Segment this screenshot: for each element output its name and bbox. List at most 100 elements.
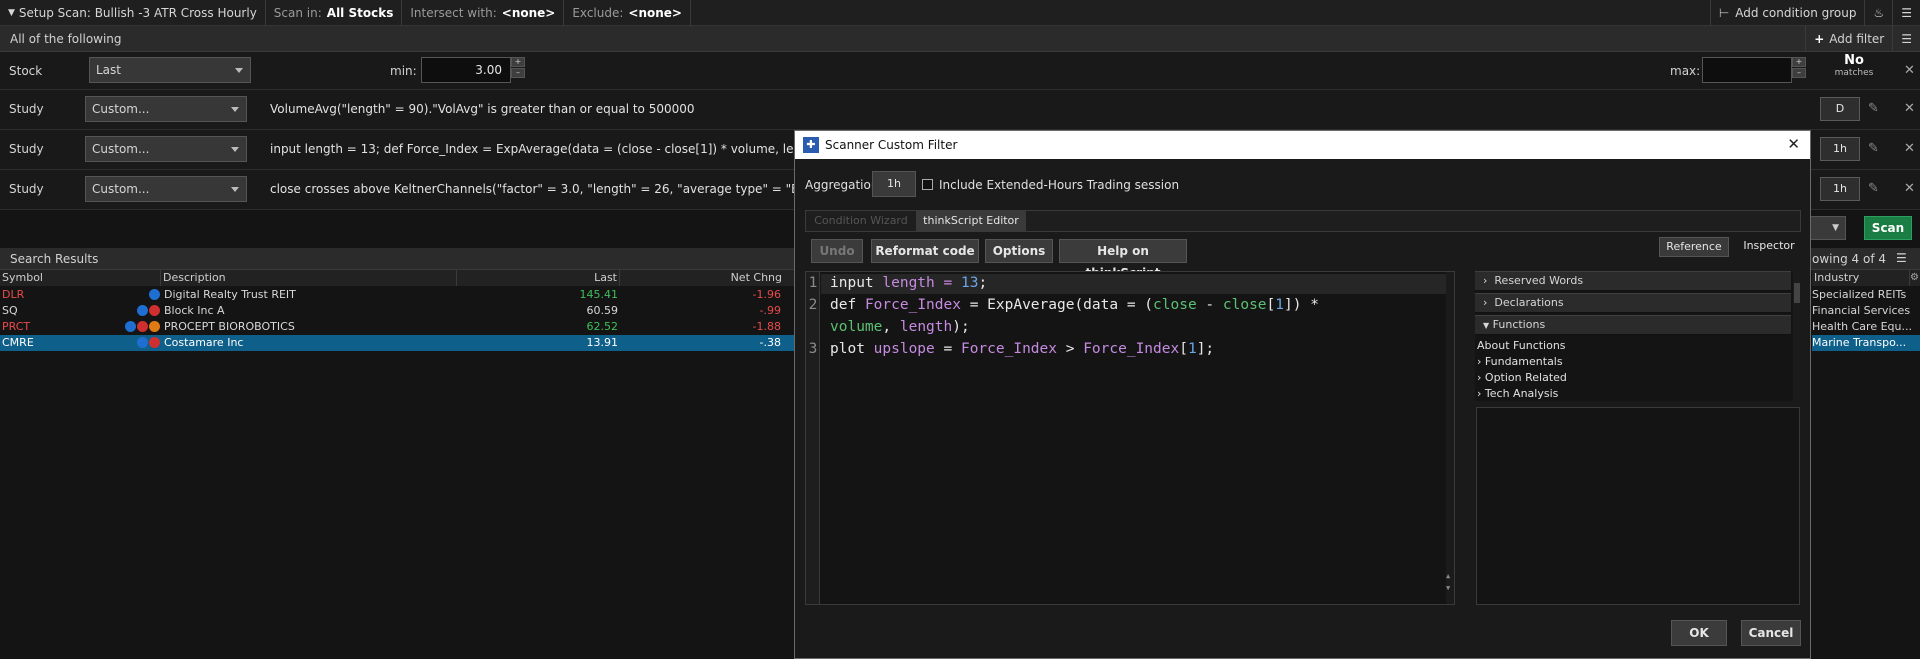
thinkscript-code-editor[interactable]: 1 2 3 input length = 13; def Force_Index… bbox=[805, 271, 1455, 605]
declarations-item[interactable]: › Declarations bbox=[1475, 293, 1791, 313]
row-symbol: PRCT bbox=[2, 320, 31, 333]
panel-item-label: Functions bbox=[1492, 318, 1546, 331]
row-industry[interactable]: Specialized REITs bbox=[1812, 287, 1920, 303]
study-condition-text: VolumeAvg("length" = 90)."VolAvg" is gre… bbox=[270, 102, 695, 116]
scan-button[interactable]: Scan bbox=[1864, 216, 1912, 240]
col-header-symbol[interactable]: Symbol bbox=[0, 270, 161, 286]
row-badges bbox=[136, 303, 160, 319]
panel-item-label: Declarations bbox=[1494, 296, 1564, 309]
remove-filter-icon[interactable]: ✕ bbox=[1904, 64, 1916, 78]
row-industry[interactable]: Marine Transpo... bbox=[1812, 335, 1920, 351]
scan-top-bar: ▼ Setup Scan: Bullish -3 ATR Cross Hourl… bbox=[0, 0, 1920, 26]
col-header-description[interactable]: Description bbox=[161, 270, 457, 286]
tab-condition-wizard[interactable]: Condition Wizard bbox=[806, 211, 916, 231]
filter-type-label: Study bbox=[9, 182, 44, 196]
aggregation-button[interactable]: 1h bbox=[1820, 137, 1860, 161]
aggregation-dropdown[interactable]: 1h bbox=[872, 171, 916, 197]
scrollbar-thumb[interactable] bbox=[1794, 283, 1800, 303]
min-input[interactable]: 3.00 bbox=[421, 57, 511, 83]
table-row[interactable]: PRCT PROCEPT BIOROBOTICS 62.52 -1.88 bbox=[0, 319, 795, 335]
chevron-down-icon bbox=[235, 68, 243, 73]
max-label: max: bbox=[1670, 64, 1701, 78]
max-increment-button[interactable]: + bbox=[1792, 57, 1806, 67]
undo-button[interactable]: Undo bbox=[811, 239, 863, 263]
ok-button[interactable]: OK bbox=[1671, 620, 1727, 646]
function-fundamentals[interactable]: › Fundamentals bbox=[1477, 355, 1563, 368]
scan-in-label: Scan in: bbox=[273, 5, 322, 20]
panel-item-label: Reserved Words bbox=[1494, 274, 1584, 287]
aggregation-label: Aggregation: bbox=[805, 178, 883, 192]
panel-scrollbar[interactable] bbox=[1793, 271, 1801, 401]
col-header-net-change[interactable]: Net Chng bbox=[620, 270, 795, 286]
filter-menu-button[interactable]: ☰ bbox=[1892, 25, 1920, 52]
help-thinkscript-button[interactable]: Help on thinkScript bbox=[1059, 239, 1187, 280]
max-decrement-button[interactable]: – bbox=[1792, 68, 1806, 78]
aggregation-button[interactable]: 1h bbox=[1820, 177, 1860, 201]
table-row[interactable]: SQ Block Inc A 60.59 -.99 bbox=[0, 303, 795, 319]
blue-badge-icon bbox=[137, 337, 148, 348]
row-industry[interactable]: Health Care Equ... bbox=[1812, 319, 1920, 335]
scroll-up-icon[interactable]: ▲ bbox=[1446, 572, 1450, 580]
tab-thinkscript-editor[interactable]: thinkScript Editor bbox=[916, 211, 1026, 231]
col-header-industry[interactable]: Industry bbox=[1812, 270, 1910, 286]
orange-badge-icon bbox=[149, 321, 160, 332]
hot-icon-button[interactable]: ♨ bbox=[1865, 0, 1894, 26]
close-icon[interactable]: ✕ bbox=[1787, 135, 1800, 153]
pencil-icon[interactable]: ✎ bbox=[1868, 182, 1882, 196]
row-industry[interactable]: Financial Services bbox=[1812, 303, 1920, 319]
table-row[interactable]: CMRE Costamare Inc 13.91 -.38 bbox=[0, 335, 795, 351]
study-dropdown[interactable]: Custom... bbox=[85, 136, 247, 162]
table-row[interactable]: DLR Digital Realty Trust REIT 145.41 -1.96 bbox=[0, 287, 795, 303]
remove-filter-icon[interactable]: ✕ bbox=[1904, 142, 1916, 156]
max-input[interactable] bbox=[1702, 57, 1792, 83]
tab-inspector[interactable]: Inspector bbox=[1739, 237, 1799, 257]
aggregation-button[interactable]: D bbox=[1820, 97, 1860, 121]
scroll-down-icon[interactable]: ▼ bbox=[1446, 584, 1450, 592]
line-number-gutter bbox=[806, 272, 820, 604]
editor-scrollbar[interactable]: ▲ ▼ bbox=[1446, 272, 1454, 604]
study-dropdown[interactable]: Custom... bbox=[85, 96, 247, 122]
reformat-code-button[interactable]: Reformat code bbox=[871, 239, 979, 263]
pencil-icon[interactable]: ✎ bbox=[1868, 142, 1882, 156]
min-decrement-button[interactable]: – bbox=[511, 68, 525, 78]
intersect-label: Intersect with: bbox=[410, 5, 497, 20]
intersect-value: <none> bbox=[501, 5, 556, 20]
function-about[interactable]: About Functions bbox=[1477, 339, 1566, 352]
scanner-custom-filter-dialog: ✚ Scanner Custom Filter ✕ Aggregation: 1… bbox=[794, 130, 1811, 659]
chevron-right-icon: › bbox=[1477, 355, 1482, 368]
scan-in-selector[interactable]: Scan in: All Stocks bbox=[266, 0, 403, 26]
col-header-last[interactable]: Last bbox=[457, 270, 620, 286]
red-badge-icon bbox=[149, 305, 160, 316]
function-tech-analysis[interactable]: › Tech Analysis bbox=[1477, 387, 1558, 400]
row-net-change: -.38 bbox=[759, 336, 781, 349]
pencil-icon[interactable]: ✎ bbox=[1868, 102, 1882, 116]
menu-icon[interactable]: ☰ bbox=[1896, 251, 1907, 265]
menu-button[interactable]: ☰ bbox=[1893, 0, 1920, 26]
reserved-words-item[interactable]: › Reserved Words bbox=[1475, 271, 1791, 291]
menu-icon: ☰ bbox=[1901, 5, 1912, 20]
study-dropdown[interactable]: Custom... bbox=[85, 176, 247, 202]
min-label: min: bbox=[390, 64, 417, 78]
row-description: Block Inc A bbox=[164, 304, 225, 317]
intersect-selector[interactable]: Intersect with: <none> bbox=[402, 0, 565, 26]
exclude-selector[interactable]: Exclude: <none> bbox=[564, 0, 691, 26]
add-condition-group-button[interactable]: ⊢ Add condition group bbox=[1709, 0, 1866, 26]
extended-hours-checkbox[interactable] bbox=[922, 179, 933, 190]
stock-field-dropdown[interactable]: Last bbox=[89, 57, 251, 83]
chevron-down-icon: ▼ bbox=[1832, 223, 1839, 233]
filter-row-study-volume: Study Custom... VolumeAvg("length" = 90)… bbox=[0, 90, 1920, 130]
cancel-button[interactable]: Cancel bbox=[1741, 620, 1801, 646]
function-option-related[interactable]: › Option Related bbox=[1477, 371, 1567, 384]
dialog-title-bar: ✚ Scanner Custom Filter ✕ bbox=[795, 131, 1810, 159]
remove-filter-icon[interactable]: ✕ bbox=[1904, 182, 1916, 196]
options-button[interactable]: Options bbox=[985, 239, 1053, 263]
row-badges bbox=[148, 287, 160, 303]
setup-scan-dropdown[interactable]: ▼ Setup Scan: Bullish -3 ATR Cross Hourl… bbox=[0, 0, 266, 26]
gear-icon[interactable]: ⚙ bbox=[1910, 270, 1920, 286]
row-last: 60.59 bbox=[586, 304, 619, 317]
add-filter-button[interactable]: + Add filter bbox=[1805, 25, 1892, 52]
tab-reference[interactable]: Reference bbox=[1659, 237, 1729, 257]
min-increment-button[interactable]: + bbox=[511, 57, 525, 67]
functions-item[interactable]: ▼ Functions bbox=[1475, 315, 1791, 335]
remove-filter-icon[interactable]: ✕ bbox=[1904, 102, 1916, 116]
